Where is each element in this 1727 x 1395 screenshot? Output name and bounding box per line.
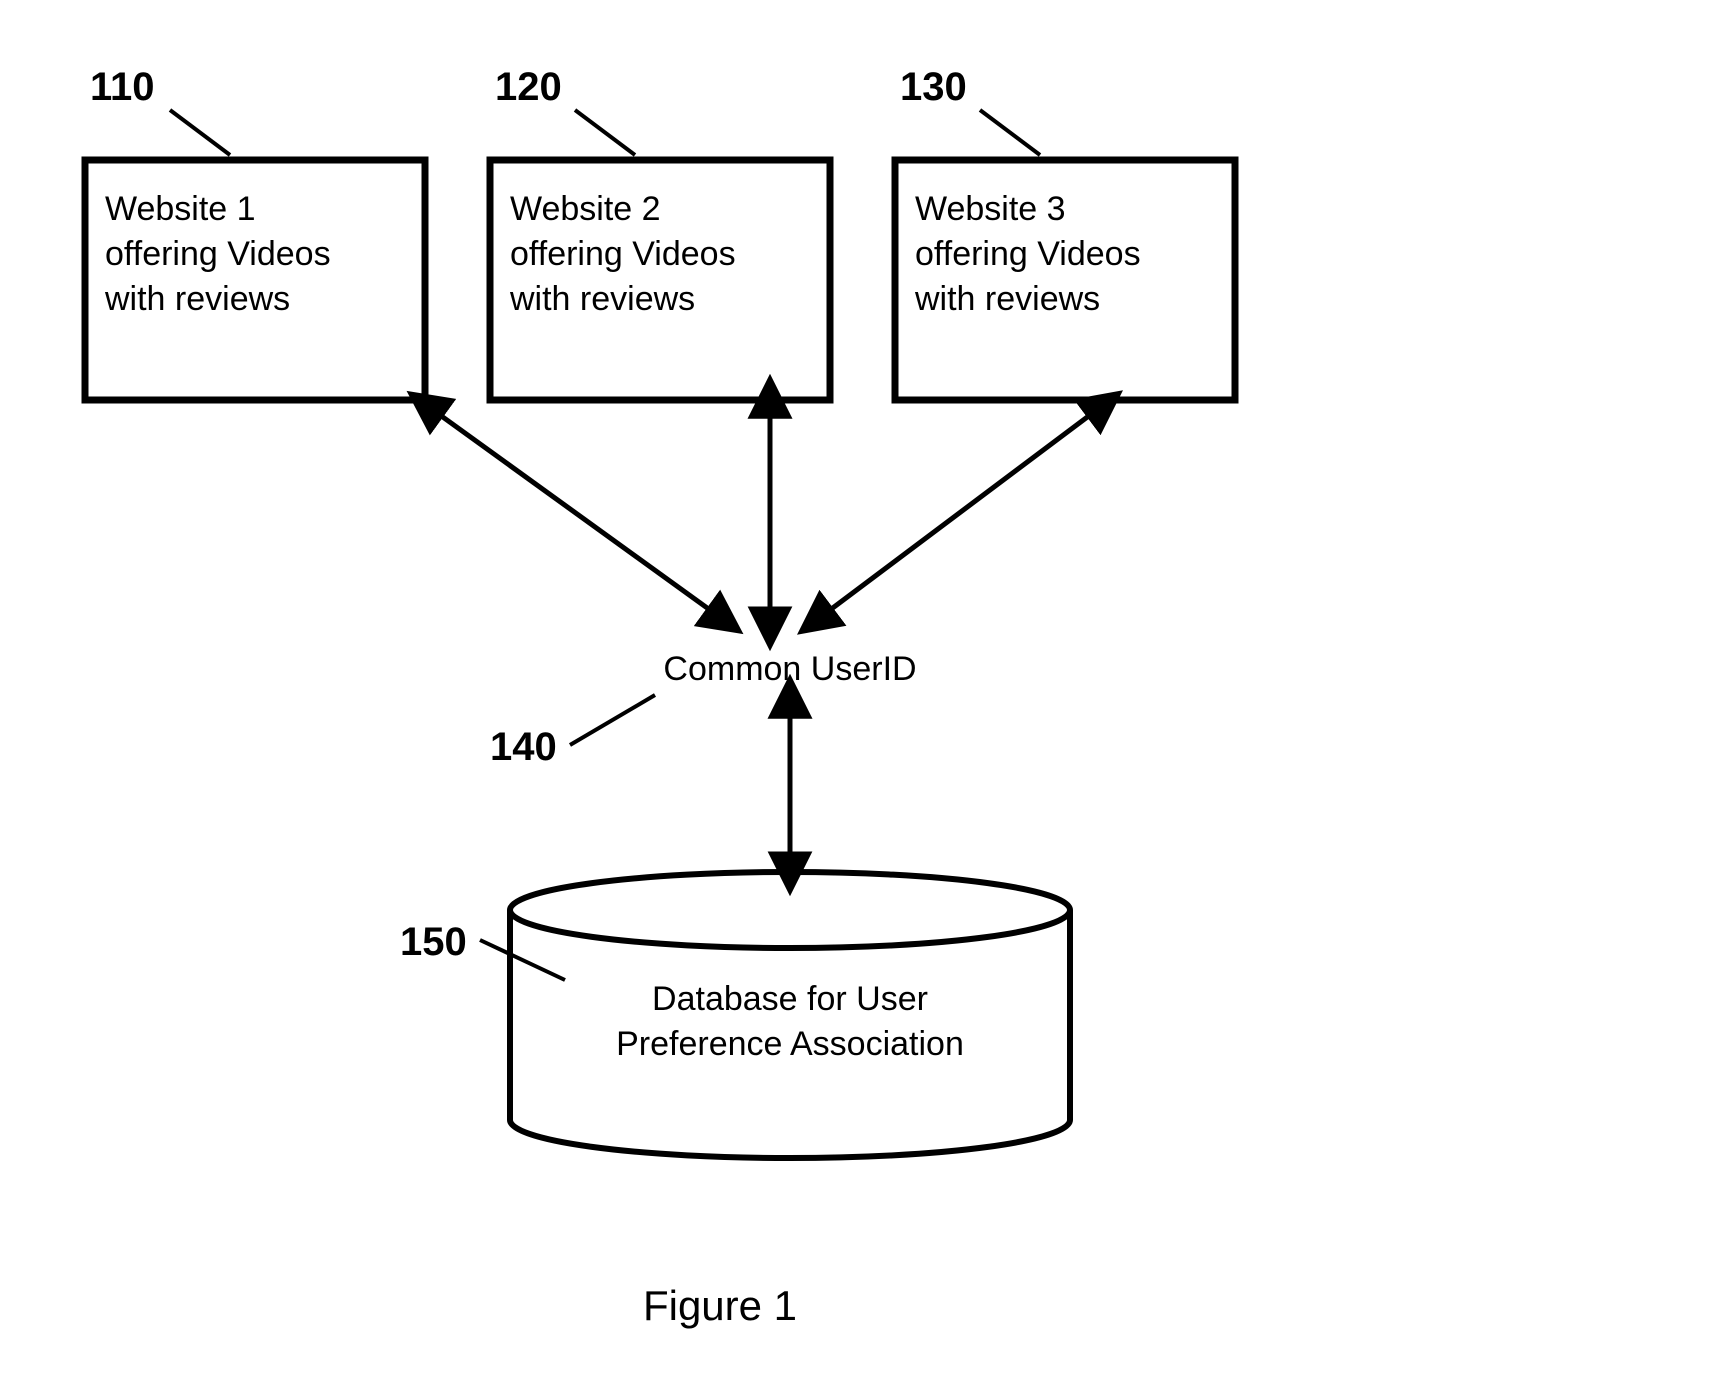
website-2-line2: offering Videos [510, 235, 736, 273]
website-2-line1: Website 2 [510, 190, 661, 228]
ref-120-leader [575, 110, 635, 155]
ref-130: 130 [900, 65, 967, 109]
ref-140-leader [570, 695, 655, 745]
ref-130-leader [980, 110, 1040, 155]
ref-120: 120 [495, 65, 562, 109]
database-line1: Database for User [652, 980, 928, 1018]
database-line2: Preference Association [616, 1025, 964, 1063]
ref-140: 140 [490, 725, 557, 769]
common-userid-label: Common UserID [663, 650, 916, 688]
website-2-line3: with reviews [509, 280, 695, 318]
website-1-line2: offering Videos [105, 235, 331, 273]
website-3-line1: Website 3 [915, 190, 1066, 228]
website-3-line3: with reviews [914, 280, 1100, 318]
website-1-line1: Website 1 [105, 190, 256, 228]
website-3-line2: offering Videos [915, 235, 1141, 273]
website-2-box: Website 2 offering Videos with reviews [490, 160, 830, 400]
website-1-box: Website 1 offering Videos with reviews [85, 160, 425, 400]
ref-110: 110 [90, 65, 155, 109]
arrow-box3-userid [830, 415, 1090, 610]
diagram-canvas: 110 120 130 140 150 Website 1 offering V… [0, 0, 1727, 1395]
ref-150: 150 [400, 920, 467, 964]
ref-110-leader [170, 110, 230, 155]
database-cylinder: Database for User Preference Association [510, 872, 1070, 1158]
figure-caption: Figure 1 [643, 1282, 797, 1329]
website-3-box: Website 3 offering Videos with reviews [895, 160, 1235, 400]
arrow-box1-userid [440, 415, 710, 610]
website-1-line3: with reviews [104, 280, 290, 318]
ref-150-leader [480, 940, 565, 980]
